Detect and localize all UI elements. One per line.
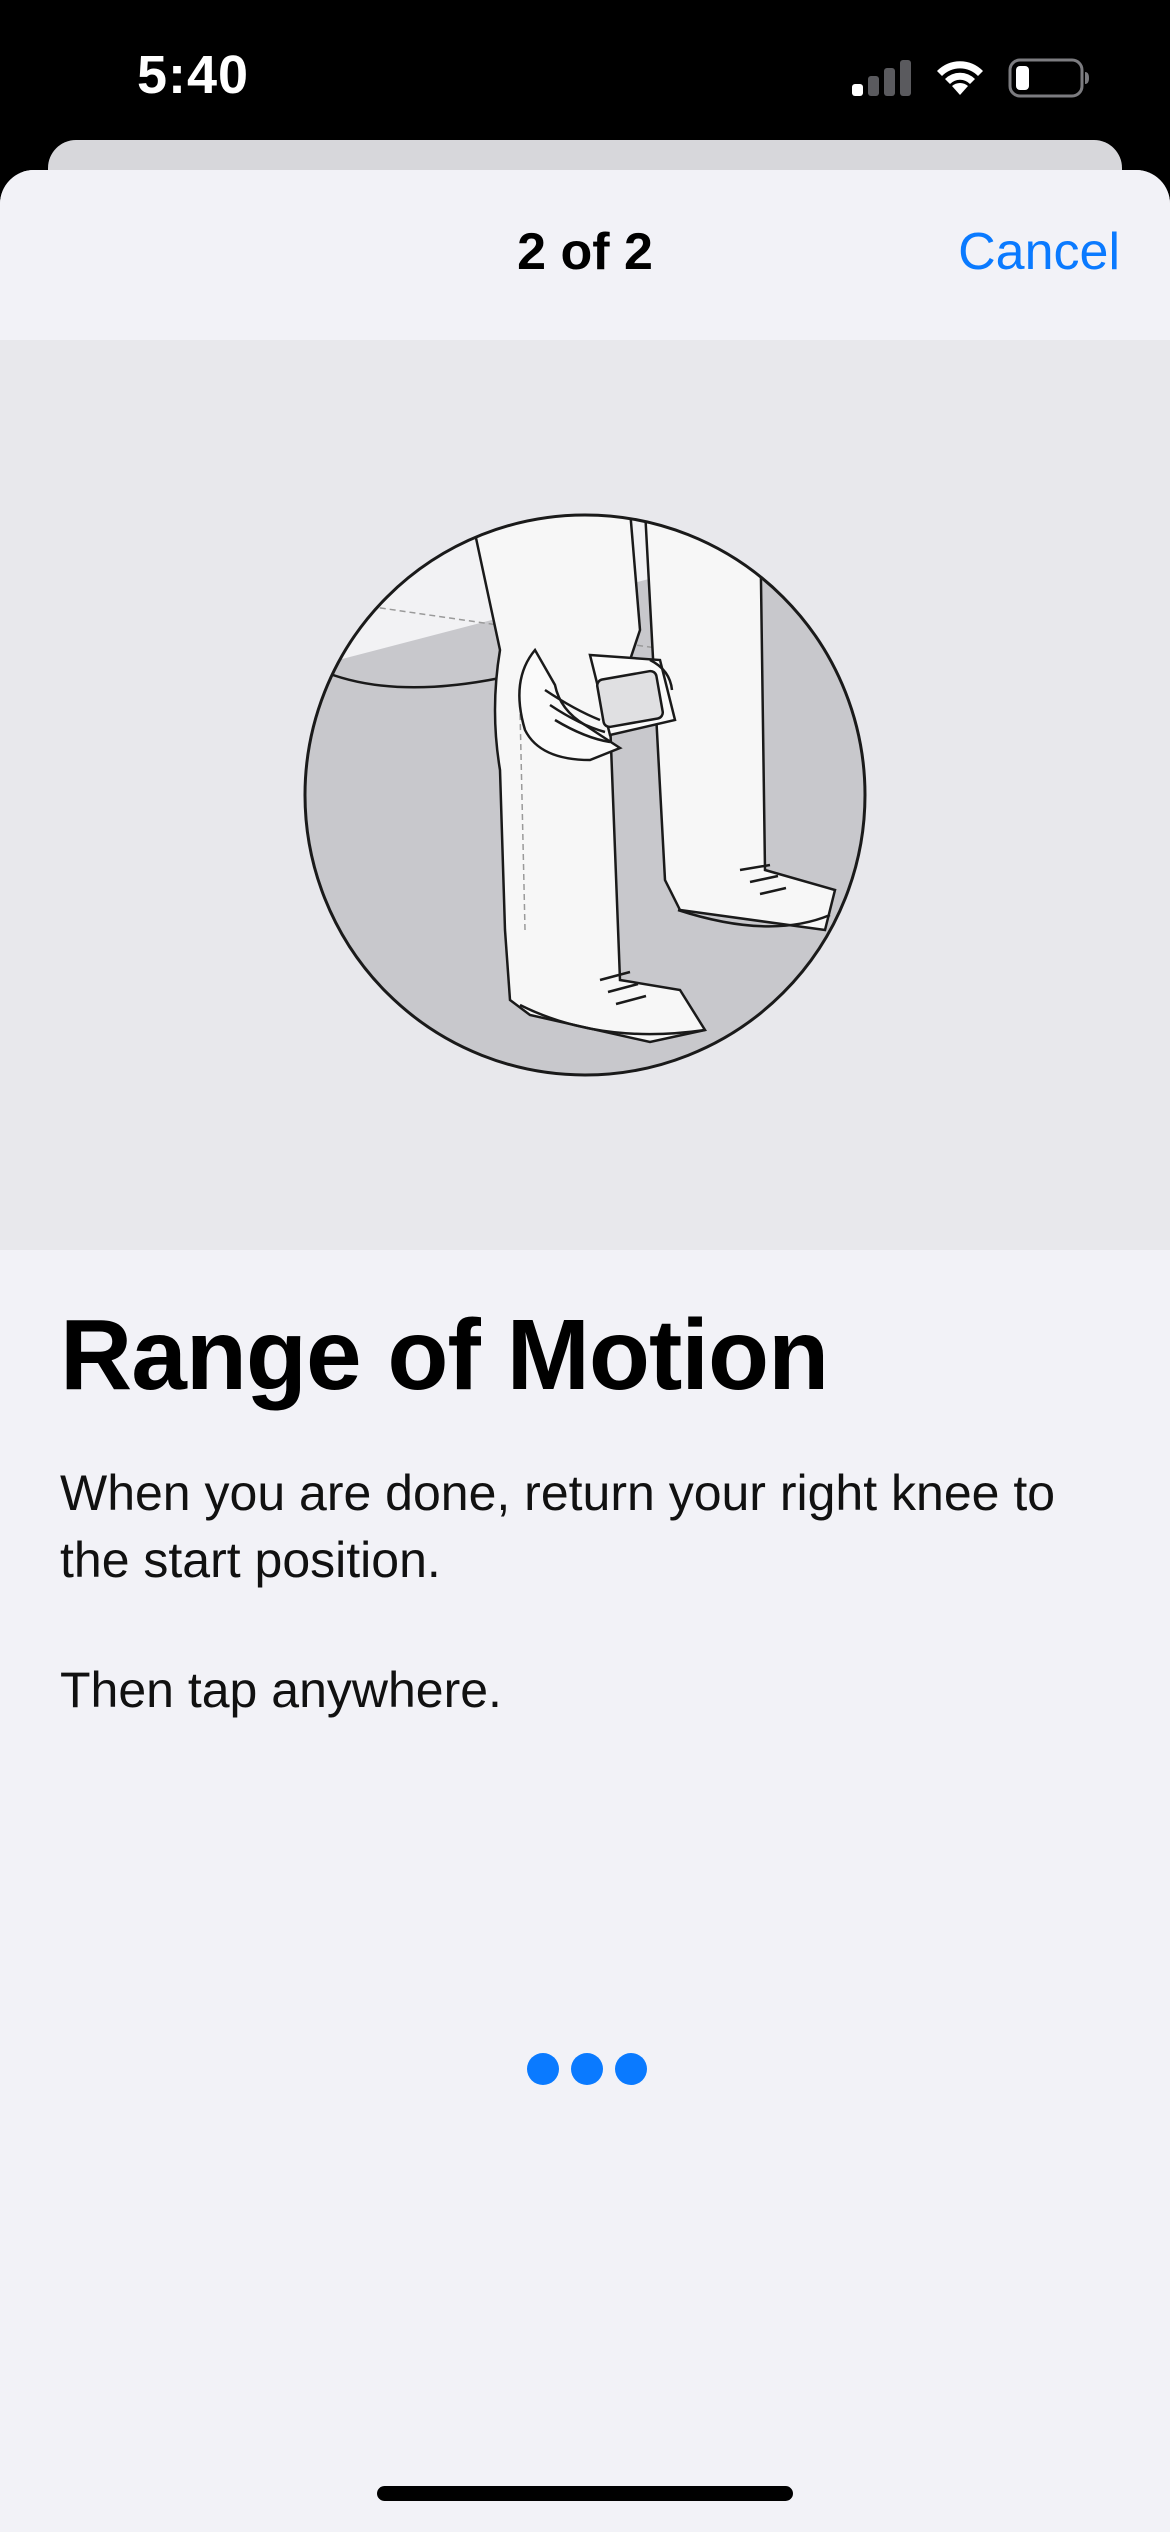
status-bar: 5:40	[0, 0, 1170, 150]
home-indicator[interactable]	[377, 2486, 793, 2501]
status-icons	[850, 58, 1090, 98]
cellular-signal-icon	[852, 60, 911, 96]
tap-instruction-text: Then tap anywhere.	[60, 1662, 502, 1718]
knee-range-of-motion-illustration	[303, 513, 867, 1077]
illustration-area	[0, 340, 1170, 1250]
modal-sheet[interactable]: 2 of 2 Cancel Range of Motion When you a…	[0, 170, 1170, 2532]
page-title: Range of Motion	[60, 1299, 829, 1411]
activity-dot	[615, 2053, 647, 2085]
activity-dot	[571, 2053, 603, 2085]
battery-icon	[1008, 58, 1089, 98]
nav-bar: 2 of 2 Cancel	[0, 170, 1170, 340]
wifi-icon	[937, 61, 983, 95]
activity-dot	[527, 2053, 559, 2085]
cancel-button[interactable]: Cancel	[958, 222, 1120, 282]
activity-indicator	[527, 2053, 647, 2085]
instruction-text: When you are done, return your right kne…	[60, 1465, 1056, 1588]
status-time: 5:40	[137, 45, 250, 105]
content: Range of Motion When you are done, retur…	[60, 1300, 1110, 1724]
